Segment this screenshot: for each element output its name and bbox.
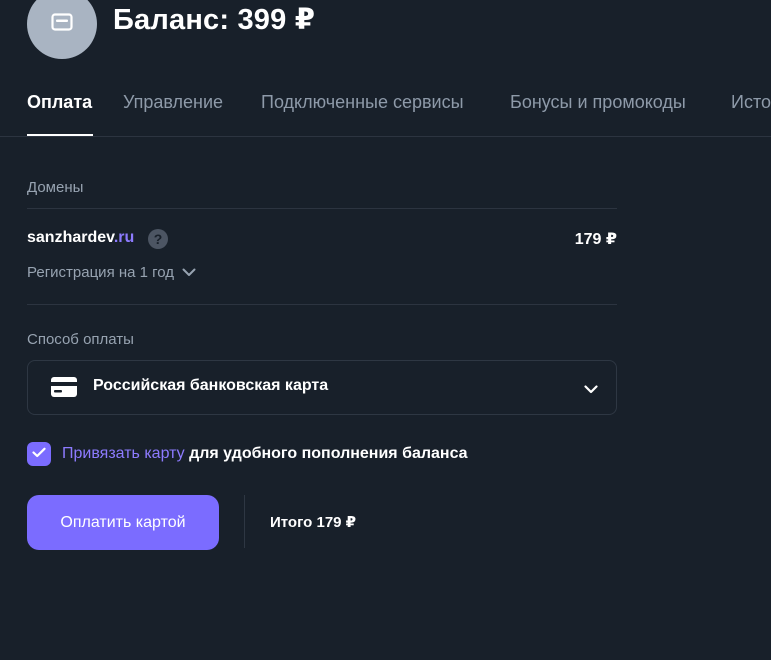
- bind-card-label: Привязать карту для удобного пополнения …: [62, 445, 468, 463]
- total-amount: Итого 179 ₽: [270, 514, 357, 531]
- bind-card-text: для удобного пополнения баланса: [184, 445, 468, 462]
- bind-card-checkbox[interactable]: [27, 442, 51, 466]
- domain-tld: .ru: [113, 229, 135, 246]
- divider: [27, 208, 617, 209]
- question-icon[interactable]: ?: [148, 229, 168, 249]
- tab-connected-services[interactable]: Подключенные сервисы: [261, 92, 464, 113]
- bank-card-icon: [51, 377, 77, 402]
- payment-method-select[interactable]: Российская банковская карта: [27, 360, 617, 415]
- chevron-down-icon: [174, 264, 196, 281]
- payment-method-value: Российская банковская карта: [93, 377, 329, 394]
- active-tab-indicator: [27, 134, 93, 136]
- domains-section-label: Домены: [27, 179, 84, 196]
- bind-card-row: Привязать карту для удобного пополнения …: [27, 442, 468, 466]
- balance-title: Баланс: 399 ₽: [113, 4, 316, 36]
- registration-period-dropdown[interactable]: Регистрация на 1 год: [27, 264, 196, 281]
- domain-row: sanzhardev.ru ? 179 ₽: [27, 228, 617, 252]
- credit-card-icon: [51, 12, 73, 36]
- balance-avatar: [27, 0, 97, 59]
- vertical-divider: [244, 495, 245, 548]
- domain-name: sanzhardev.ru: [27, 229, 134, 247]
- payment-method-label: Способ оплаты: [27, 331, 134, 348]
- bind-card-link[interactable]: Привязать карту: [62, 445, 185, 462]
- divider: [27, 304, 617, 305]
- billing-page: Баланс: 399 ₽ Оплата Управление Подключе…: [0, 0, 771, 660]
- domain-name-label: sanzhardev: [27, 229, 114, 246]
- domain-price: 179 ₽: [574, 231, 617, 248]
- pay-by-card-button[interactable]: Оплатить картой: [27, 495, 219, 550]
- tab-payment[interactable]: Оплата: [27, 92, 92, 113]
- tabs-bar: Оплата Управление Подключенные сервисы Б…: [0, 80, 771, 137]
- registration-period-label: Регистрация на 1 год: [27, 264, 175, 281]
- checkmark-icon: [32, 445, 46, 463]
- chevron-down-icon: [584, 381, 598, 399]
- tab-management[interactable]: Управление: [123, 92, 223, 113]
- tab-bonuses-promocodes[interactable]: Бонусы и промокоды: [510, 92, 686, 113]
- tab-history[interactable]: Исто: [731, 92, 771, 113]
